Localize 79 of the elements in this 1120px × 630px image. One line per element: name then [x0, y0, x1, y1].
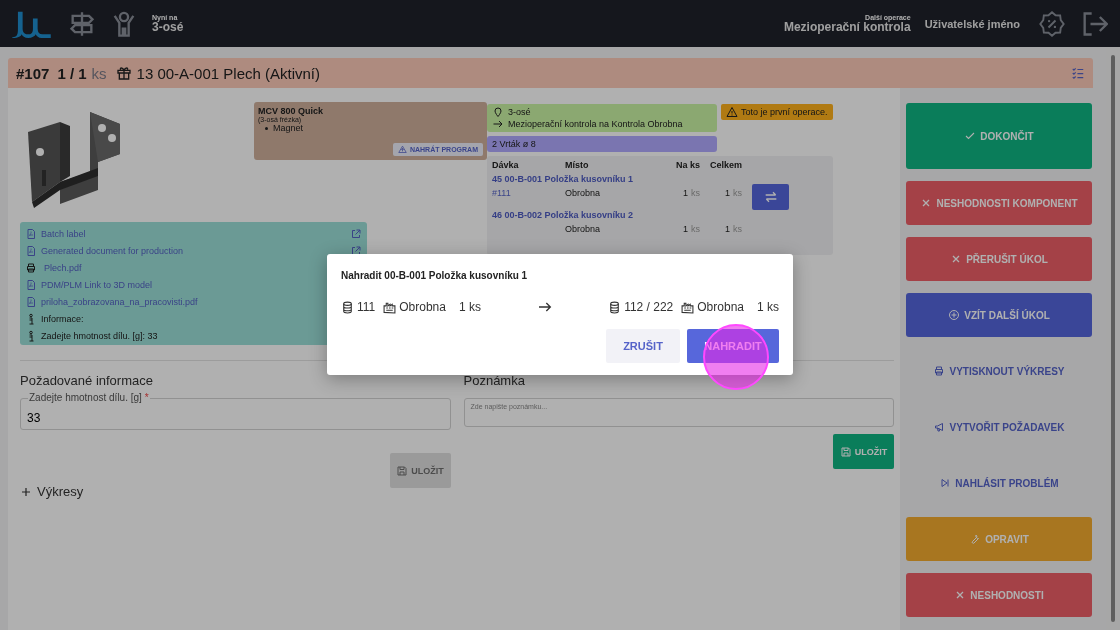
column-header: Celkem	[708, 160, 742, 170]
table-cell: 1	[683, 188, 688, 198]
factory-icon	[383, 300, 397, 314]
plus-circle-icon	[948, 309, 961, 321]
tool-name: Magnet	[273, 123, 304, 133]
action-button[interactable]: NESHODNOSTI	[906, 573, 1092, 617]
route-text: Mezioperační kontrola na Kontrola Obrobna	[508, 119, 683, 129]
table-cell-text: Obrobna	[565, 188, 602, 198]
dialog-title: Nahradit 00-B-001 Položka kusovníku 1	[341, 270, 529, 281]
document-icon	[25, 244, 37, 257]
factory-icon	[681, 300, 695, 314]
document-link[interactable]: Batch label	[41, 228, 86, 239]
column-header: Místo	[565, 160, 590, 170]
discount-badge-icon[interactable]	[1038, 9, 1066, 38]
quantity-text: 1 ks	[757, 300, 779, 314]
column-header: Dávka	[492, 160, 520, 170]
quantity-unit: ks	[91, 64, 107, 82]
machine-name: MCV 800 Quick	[258, 106, 325, 116]
swap-button[interactable]	[752, 184, 789, 210]
info-text: Zadejte hmotnost dílu. [g]: 33	[41, 330, 158, 341]
warning-triangle-icon	[397, 145, 407, 154]
action-button[interactable]: VZÍT DALŠÍ ÚKOL	[906, 293, 1092, 337]
document-icon	[25, 295, 37, 308]
action-button[interactable]: DOKONČIT	[906, 103, 1092, 169]
drawings-toggle[interactable]: Výkresy	[20, 484, 84, 499]
document-link[interactable]: PDM/PLM Link to 3D model	[41, 279, 153, 290]
batch-number: 111	[357, 300, 376, 314]
bullet-icon	[265, 126, 268, 130]
info-text: Informace:	[41, 313, 84, 324]
action-button[interactable]: OPRAVIT	[906, 517, 1092, 561]
printer-icon	[25, 261, 37, 274]
cancel-button[interactable]: ZRUŠIT	[606, 329, 680, 363]
column-header: Na ks	[674, 160, 700, 170]
printer-icon	[933, 365, 946, 377]
megaphone-icon	[933, 421, 946, 433]
external-link-icon[interactable]	[350, 244, 362, 257]
check-icon	[964, 130, 977, 142]
checklist-icon[interactable]	[1071, 66, 1085, 80]
database-icon	[608, 300, 622, 314]
task-quantity: 1 / 1	[57, 64, 87, 82]
workplace-location: 3-osé	[508, 107, 531, 117]
section-heading: Poznámka	[463, 373, 525, 389]
skip-icon	[939, 477, 952, 489]
document-icon	[25, 278, 37, 291]
table-cell: 1	[725, 188, 730, 198]
signpost-icon[interactable]	[68, 9, 96, 38]
now-value: 3-osé	[152, 21, 184, 33]
wrench-icon	[969, 533, 982, 545]
place-name: Obrobna	[697, 300, 744, 314]
arrow-icon	[492, 118, 504, 130]
section-heading: Požadované informace	[20, 373, 153, 389]
quantity-text: 1 ks	[458, 300, 481, 314]
table-cell: 1	[683, 224, 688, 234]
batch-link[interactable]: #111	[492, 188, 565, 198]
pin-icon	[492, 106, 504, 118]
warning-icon	[726, 106, 738, 118]
document-icon	[25, 227, 37, 240]
package-icon	[115, 65, 132, 81]
document-link[interactable]: priloha_zobrazovana_na_pracovisti.pdf	[41, 296, 198, 307]
user-name[interactable]: Uživatelské jméno	[924, 17, 1020, 30]
component-link[interactable]: 46 00-B-002 Položka kusovníku 2	[492, 210, 828, 220]
database-icon	[341, 300, 354, 314]
document-link[interactable]: Plech.pdf	[44, 262, 82, 273]
task-title: 13 00-A-001 Plech (Aktivní)	[136, 64, 320, 82]
action-button[interactable]: NESHODNOSTI KOMPONENT	[906, 181, 1092, 225]
table-cell: 1	[725, 224, 730, 234]
table-cell-text: Obrobna	[565, 224, 602, 234]
batch-number: 112 / 222	[624, 300, 674, 314]
task-id: #107	[16, 64, 50, 82]
place-name: Obrobna	[399, 300, 446, 314]
document-link[interactable]: Generated document for production	[41, 245, 184, 256]
tool-label: 2 Vrták ø 8	[487, 136, 717, 152]
save-icon	[839, 445, 852, 458]
action-button[interactable]: PŘERUŠIT ÚKOL	[906, 237, 1092, 281]
component-link[interactable]: 45 00-B-001 Položka kusovníku 1	[492, 174, 828, 184]
save-icon	[396, 464, 409, 477]
warning-text: Toto je první operace.	[741, 107, 828, 117]
save-note-button[interactable]: ULOŽIT	[833, 434, 894, 469]
next-operation-value: Mezioperační kontrola	[783, 21, 911, 33]
